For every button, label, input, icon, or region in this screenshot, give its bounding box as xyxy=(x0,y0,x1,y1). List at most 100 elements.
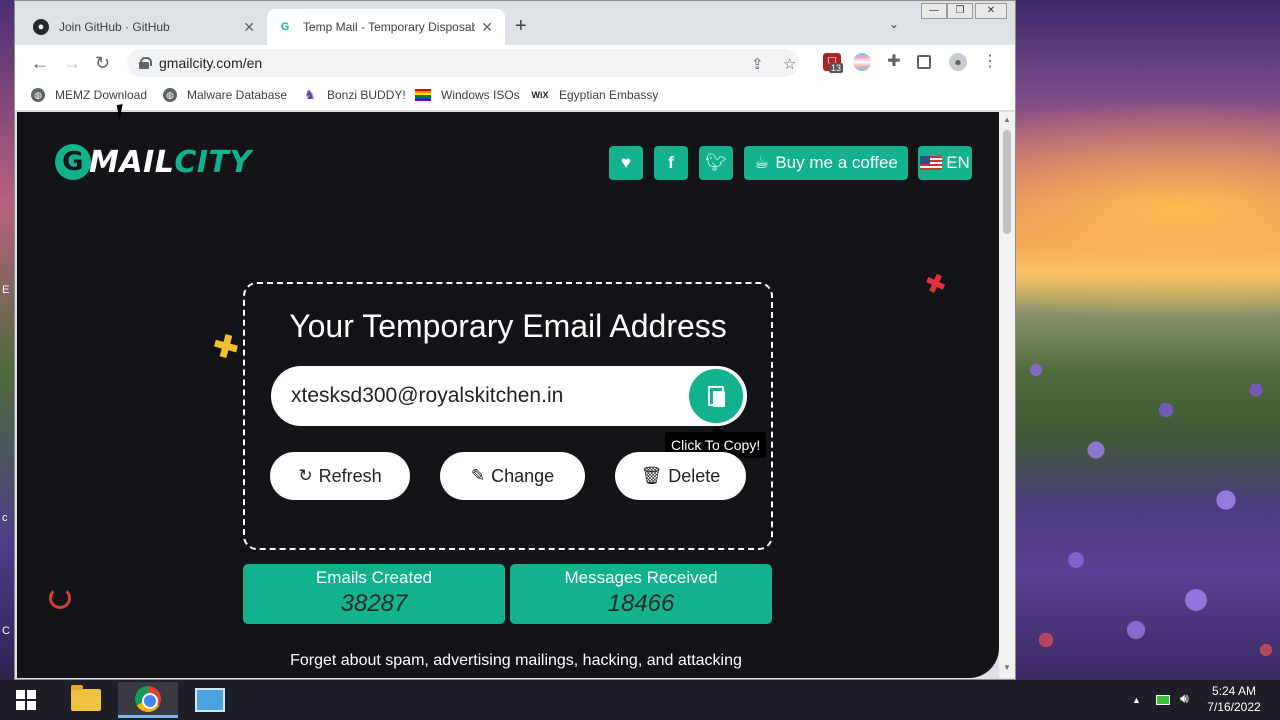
lock-icon xyxy=(139,57,152,69)
bookmark-windows-isos[interactable]: Windows ISOs xyxy=(415,88,520,102)
tab-github[interactable]: ● Join GitHub · GitHub ✕ xyxy=(23,9,267,45)
profile-avatar-icon[interactable]: ● xyxy=(949,53,967,71)
buy-coffee-button[interactable]: ☕︎ Buy me a coffee xyxy=(744,146,908,180)
desktop-left-strip: E c C xyxy=(0,0,15,680)
tab-title: Temp Mail - Temporary Disposab xyxy=(303,20,476,34)
tab-title: Join GitHub · GitHub xyxy=(59,20,170,34)
twitter-button[interactable]: 🐦︎ xyxy=(699,146,733,180)
bookmark-label: MEMZ Download xyxy=(55,88,148,102)
close-icon[interactable]: ✕ xyxy=(243,19,255,36)
tab-gmailcity[interactable]: G Temp Mail - Temporary Disposab ✕ xyxy=(267,9,505,45)
address-bar[interactable]: gmailcity.com/en ⇪ ☆ xyxy=(127,49,799,77)
bookmark-memz[interactable]: ◍ MEMZ Download xyxy=(31,88,147,102)
taskbar-file-explorer[interactable] xyxy=(56,682,116,718)
buy-coffee-label: Buy me a coffee xyxy=(775,153,898,172)
heart-pulse-button[interactable]: ♥ xyxy=(609,146,643,180)
share-icon[interactable]: ⇪ xyxy=(751,55,764,73)
change-button[interactable]: ✎ Change xyxy=(440,452,585,500)
wallpaper-flowers xyxy=(1016,330,1280,680)
stat-value: 18466 xyxy=(607,590,675,617)
trash-icon: 🗑︎ xyxy=(640,466,663,485)
mouse-cursor-icon xyxy=(116,103,132,121)
bookmark-label: Malware Database xyxy=(187,88,288,102)
refresh-label: Refresh xyxy=(318,465,382,486)
menu-kebab-icon[interactable]: ⋮ xyxy=(981,53,999,71)
bookmarks-bar: ◍ MEMZ Download ◍ Malware Database ♞ Bon… xyxy=(15,81,1015,111)
bookmark-label: Windows ISOs xyxy=(441,88,520,102)
minimize-button[interactable]: — xyxy=(921,3,947,19)
stat-label: Emails Created xyxy=(315,568,433,587)
language-button[interactable]: EN xyxy=(918,146,972,180)
bookmark-egyptian-embassy[interactable]: WiX Egyptian Embassy xyxy=(531,88,659,102)
change-label: Change xyxy=(491,465,555,486)
control-panel-icon xyxy=(195,688,225,712)
tab-bar: ● Join GitHub · GitHub ✕ G Temp Mail - T… xyxy=(15,1,1015,45)
plus-decoration-icon: ✚ xyxy=(920,268,950,301)
copy-icon xyxy=(708,386,725,407)
scroll-up-icon[interactable]: ▲ xyxy=(1003,115,1011,124)
logo-text-mail: MAIL xyxy=(89,144,175,180)
battery-icon[interactable] xyxy=(1156,695,1170,705)
bookmark-star-icon[interactable]: ☆ xyxy=(783,55,796,73)
scroll-down-icon[interactable]: ▼ xyxy=(1003,663,1011,672)
facebook-icon: f xyxy=(668,153,674,172)
refresh-button[interactable]: ↻ Refresh xyxy=(270,452,410,500)
twitter-icon: 🐦︎ xyxy=(705,153,727,172)
email-card: Your Temporary Email Address xtesksd300@… xyxy=(243,282,773,550)
extensions-puzzle-icon[interactable]: ✚ xyxy=(885,53,903,71)
email-address-field[interactable]: xtesksd300@royalskitchen.in xyxy=(271,366,747,426)
wix-icon: WiX xyxy=(531,90,549,100)
browser-window: ● Join GitHub · GitHub ✕ G Temp Mail - T… xyxy=(14,0,1016,680)
loading-spinner-icon xyxy=(49,587,71,609)
forward-icon[interactable]: → xyxy=(63,53,81,74)
maximize-button[interactable]: ❐ xyxy=(947,3,973,19)
facebook-button[interactable]: f xyxy=(654,146,688,180)
browser-toolbar: ← → ↻ gmailcity.com/en ⇪ ☆ ⛉ 13 ✚ ● ⋮ xyxy=(15,45,1015,81)
folder-icon xyxy=(71,685,101,711)
globe-icon: ◍ xyxy=(31,88,45,102)
card-title: Your Temporary Email Address xyxy=(289,308,727,344)
close-window-button[interactable]: ✕ xyxy=(975,3,1007,19)
intro-text-line: Forget about spam, advertising mailings,… xyxy=(290,652,742,669)
delete-button[interactable]: 🗑︎ Delete xyxy=(615,452,746,500)
logo-g-icon: G xyxy=(55,144,91,180)
new-tab-button[interactable]: + xyxy=(515,15,527,38)
windows-logo-icon xyxy=(16,690,36,710)
pencil-icon: ✎ xyxy=(470,466,486,485)
scrollbar-thumb[interactable] xyxy=(1003,130,1011,234)
start-button[interactable] xyxy=(0,682,52,718)
stat-label: Messages Received xyxy=(564,568,718,587)
taskbar: ▲ 🔊︎ 5:24 AM 7/16/2022 xyxy=(0,680,1280,720)
page-content: G MAIL CITY ♥ f 🐦︎ ☕︎ Buy me a coffee EN… xyxy=(17,112,999,678)
us-flag-icon xyxy=(920,156,943,170)
logo-text-city: CITY xyxy=(174,144,252,180)
url-text: gmailcity.com/en xyxy=(159,55,263,71)
volume-icon[interactable]: 🔊︎ xyxy=(1180,690,1189,707)
chrome-icon xyxy=(135,685,161,712)
side-panel-icon[interactable] xyxy=(917,55,931,69)
tab-search-icon[interactable]: ⌄ xyxy=(889,17,899,31)
stat-value: 38287 xyxy=(340,590,408,617)
tray-expand-icon[interactable]: ▲ xyxy=(1132,695,1141,705)
bookmark-malware-database[interactable]: ◍ Malware Database xyxy=(163,88,287,102)
taskbar-chrome[interactable] xyxy=(118,682,178,718)
bookmark-label: Bonzi BUDDY! xyxy=(327,88,406,102)
page-scrollbar[interactable]: ▲ ▼ xyxy=(999,112,1015,678)
trans-flag-extension-icon[interactable] xyxy=(853,53,871,71)
gmailcity-icon: G xyxy=(280,21,290,33)
bookmark-bonzi-buddy[interactable]: ♞ Bonzi BUDDY! xyxy=(303,87,406,102)
gmailcity-logo[interactable]: G MAIL CITY xyxy=(55,144,252,180)
language-label: EN xyxy=(946,153,970,172)
plus-decoration-icon: ✚ xyxy=(209,328,242,367)
globe-icon: ◍ xyxy=(163,88,177,102)
emails-created-stat: Emails Created 38287 xyxy=(243,564,505,624)
back-icon[interactable]: ← xyxy=(31,53,49,74)
taskbar-control-panel[interactable] xyxy=(180,682,240,718)
extension-badge: 13 xyxy=(829,63,844,73)
bookmark-label: Egyptian Embassy xyxy=(559,88,659,102)
copy-button[interactable] xyxy=(687,367,745,425)
taskbar-clock[interactable]: 5:24 AM 7/16/2022 xyxy=(1196,683,1272,715)
close-icon[interactable]: ✕ xyxy=(481,19,493,36)
reload-icon[interactable]: ↻ xyxy=(95,53,110,74)
clock-time: 5:24 AM xyxy=(1211,684,1257,698)
